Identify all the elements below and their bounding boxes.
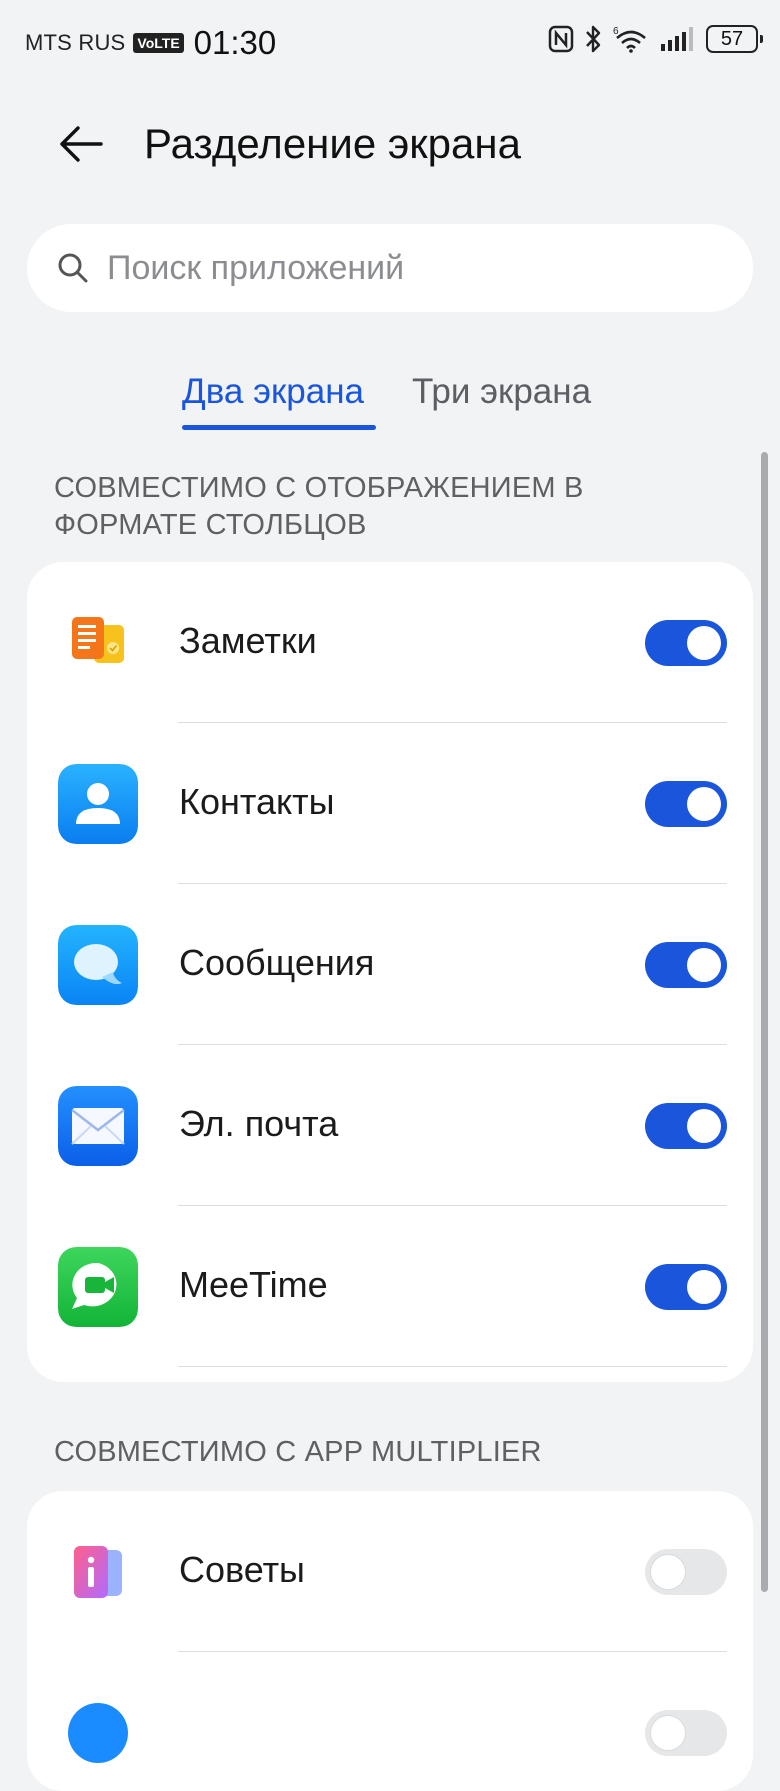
- partial-toggle[interactable]: [645, 1710, 727, 1756]
- list-item-messages[interactable]: Сообщения: [27, 884, 753, 1045]
- contacts-icon: [58, 764, 138, 844]
- page-title: Разделение экрана: [144, 120, 521, 167]
- status-bar: MTS RUS VoLTE 01:30 6 57: [0, 0, 780, 84]
- list-item-notes[interactable]: Заметки: [27, 562, 753, 723]
- carrier-name: MTS RUS: [25, 30, 126, 55]
- divider: [178, 1366, 727, 1367]
- tab-two-screens[interactable]: Два экрана: [182, 372, 364, 412]
- app-name: Заметки: [179, 620, 317, 661]
- app-icon-partial: [68, 1703, 128, 1763]
- notes-icon: [72, 617, 124, 663]
- clock: 01:30: [193, 24, 277, 61]
- section-header-columns: СОВМЕСТИМО С ОТОБРАЖЕНИЕМ В ФОРМАТЕ СТОЛ…: [54, 472, 584, 541]
- apps-card-columns: Заметки Контакты Сообщения Эл. почта Mee…: [27, 562, 753, 1382]
- app-name: Советы: [179, 1549, 305, 1590]
- app-name: Сообщения: [179, 942, 375, 983]
- list-item-tips[interactable]: Советы: [27, 1491, 753, 1652]
- list-item-email[interactable]: Эл. почта: [27, 1045, 753, 1206]
- search-icon: [58, 253, 88, 283]
- status-right: 6 57: [548, 24, 763, 54]
- toggle-knob: [687, 1270, 721, 1304]
- apps-card-app-multiplier: Советы: [27, 1491, 753, 1791]
- active-tab-indicator: [182, 425, 376, 430]
- app-name: Контакты: [179, 781, 335, 822]
- wifi-badge: 6: [613, 26, 619, 37]
- list-item-contacts[interactable]: Контакты: [27, 723, 753, 884]
- back-arrow-icon: [60, 126, 103, 162]
- toggle-knob: [651, 1716, 685, 1750]
- toggle-knob: [651, 1555, 685, 1589]
- battery-level: 57: [720, 27, 744, 50]
- section-header-app-multiplier: СОВМЕСТИМО С APP MULTIPLIER: [54, 1436, 542, 1468]
- list-item-meetime[interactable]: MeeTime: [27, 1206, 753, 1367]
- meetime-icon: [58, 1247, 138, 1327]
- bluetooth-icon: [586, 25, 601, 53]
- list-item-partial[interactable]: [27, 1652, 753, 1791]
- back-button[interactable]: [46, 116, 116, 172]
- volte-badge: VoLTE: [133, 33, 184, 53]
- email-toggle[interactable]: [645, 1103, 727, 1149]
- status-left: MTS RUS VoLTE 01:30: [25, 24, 276, 62]
- meetime-toggle[interactable]: [645, 1264, 727, 1310]
- search-bar[interactable]: [27, 224, 753, 312]
- toggle-knob: [687, 1109, 721, 1143]
- search-input[interactable]: [105, 247, 709, 289]
- toggle-knob: [687, 948, 721, 982]
- signal-icon: [661, 27, 693, 51]
- toggle-knob: [687, 626, 721, 660]
- toggle-knob: [687, 787, 721, 821]
- email-icon: [58, 1086, 138, 1166]
- wifi-icon: 6: [613, 26, 646, 53]
- notes-toggle[interactable]: [645, 620, 727, 666]
- tab-three-screens[interactable]: Три экрана: [412, 372, 591, 412]
- tab-bar: Два экрана Три экрана: [0, 368, 780, 438]
- messages-icon: [58, 925, 138, 1005]
- contacts-toggle[interactable]: [645, 781, 727, 827]
- battery-icon: 57: [706, 25, 763, 53]
- nfc-icon: [548, 25, 574, 53]
- messages-toggle[interactable]: [645, 942, 727, 988]
- tips-icon: [74, 1546, 122, 1598]
- app-header: Разделение экрана: [0, 100, 780, 190]
- scrollbar[interactable]: [761, 452, 768, 1592]
- app-name: Эл. почта: [179, 1103, 339, 1144]
- app-name: MeeTime: [179, 1264, 328, 1305]
- tips-toggle[interactable]: [645, 1549, 727, 1595]
